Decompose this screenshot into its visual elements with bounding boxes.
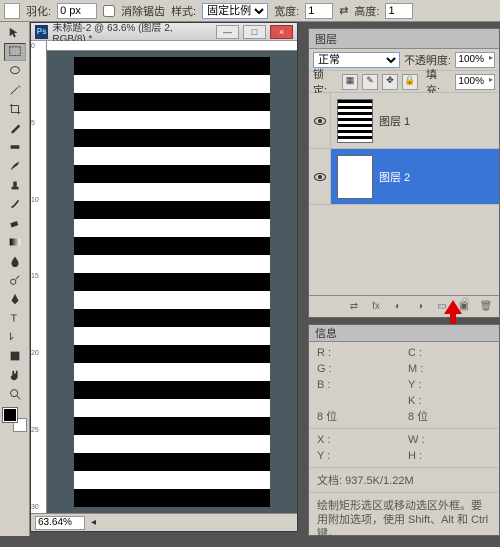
layer-item[interactable]: 图层 2 ⬀ (309, 149, 499, 205)
antialias-checkbox[interactable] (103, 5, 115, 17)
style-label: 样式: (171, 3, 196, 19)
hand-tool[interactable] (4, 366, 26, 384)
height-label: 高度: (354, 3, 379, 19)
width-input[interactable] (305, 3, 333, 19)
fx-icon[interactable]: fx (369, 300, 383, 314)
eye-icon (314, 173, 326, 181)
zoom-tool[interactable] (4, 385, 26, 403)
info-w: W : (408, 433, 491, 447)
marquee-tool[interactable] (4, 43, 26, 61)
feather-input[interactable] (57, 3, 97, 19)
brush-tool[interactable] (4, 157, 26, 175)
height-input[interactable] (385, 3, 413, 19)
info-b: B : (317, 378, 400, 392)
close-button[interactable]: × (270, 25, 293, 39)
opacity-input[interactable] (455, 52, 495, 68)
visibility-toggle[interactable] (309, 93, 331, 148)
info-c: C : (408, 346, 491, 360)
document-window: Ps 未标题-2 @ 63.6% (图层 2, RGB/8) * — □ × 0… (30, 22, 298, 532)
foreground-color[interactable] (3, 408, 17, 422)
info-k: K : (408, 394, 491, 408)
shape-tool[interactable] (4, 347, 26, 365)
info-panel: 信息 R : C : G : M : B : Y : K : 8 位 8 位 X… (308, 324, 500, 536)
adjustment-icon[interactable]: ◑ (413, 300, 427, 314)
info-m: M : (408, 362, 491, 376)
svg-text:T: T (10, 313, 17, 325)
swap-icon[interactable]: ⇄ (339, 4, 348, 17)
lock-position-icon[interactable]: ✥ (382, 74, 398, 90)
document-statusbar: ◂ (31, 513, 297, 531)
new-layer-icon[interactable]: ▣ (457, 300, 471, 314)
layer-thumbnail[interactable] (337, 155, 373, 199)
info-yy: Y : (317, 449, 400, 463)
delete-icon[interactable]: 🗑 (479, 300, 493, 314)
dodge-tool[interactable] (4, 271, 26, 289)
canvas[interactable] (74, 57, 270, 507)
document-titlebar[interactable]: Ps 未标题-2 @ 63.6% (图层 2, RGB/8) * — □ × (31, 23, 297, 41)
doc-value: 937.5K/1.22M (345, 475, 414, 487)
tool-preset-icon[interactable] (4, 3, 20, 19)
horizontal-ruler (47, 41, 297, 51)
info-y: Y : (408, 378, 491, 392)
pen-tool[interactable] (4, 290, 26, 308)
info-h: H : (408, 449, 491, 463)
color-swatch[interactable] (3, 408, 27, 432)
minimize-button[interactable]: — (216, 25, 239, 39)
info-tab[interactable]: 信息 (309, 325, 499, 342)
lasso-tool[interactable] (4, 62, 26, 80)
layer-thumbnail[interactable] (337, 99, 373, 143)
visibility-toggle[interactable] (309, 149, 331, 204)
eraser-tool[interactable] (4, 214, 26, 232)
layer-item[interactable]: 图层 1 (309, 93, 499, 149)
antialias-label: 消除锯齿 (121, 3, 165, 19)
info-g: G : (317, 362, 400, 376)
lock-pixels-icon[interactable]: ✎ (362, 74, 378, 90)
scroll-left-icon[interactable]: ◂ (91, 517, 96, 528)
type-tool[interactable]: T (4, 309, 26, 327)
info-bits-right: 8 位 (408, 410, 491, 424)
info-x: X : (317, 433, 400, 447)
crop-tool[interactable] (4, 100, 26, 118)
lock-transparent-icon[interactable]: ▦ (342, 74, 358, 90)
toolbox: T (0, 22, 30, 536)
layer-name[interactable]: 图层 1 (379, 113, 499, 129)
info-r: R : (317, 346, 400, 360)
group-icon[interactable]: ▭ (435, 300, 449, 314)
layers-footer: ⇄ fx ◐ ◑ ▭ ▣ 🗑 (309, 295, 499, 317)
zoom-input[interactable] (35, 516, 85, 530)
width-label: 宽度: (274, 3, 299, 19)
layers-tab[interactable]: 图层 (309, 29, 499, 49)
mask-icon[interactable]: ◐ (391, 300, 405, 314)
layers-panel: 图层 正常 不透明度: 锁定: ▦ ✎ ✥ 🔒 填充: 图层 1 图层 2 ⬀ … (308, 28, 500, 318)
heal-tool[interactable] (4, 138, 26, 156)
style-select[interactable]: 固定比例 (202, 3, 268, 19)
vertical-ruler: 051015202530 (31, 41, 47, 513)
move-tool[interactable] (4, 24, 26, 42)
stamp-tool[interactable] (4, 176, 26, 194)
wand-tool[interactable] (4, 81, 26, 99)
info-hint: 绘制矩形选区或移动选区外框。要用附加选项，使用 Shift、Alt 和 Ctrl… (309, 492, 499, 547)
blur-tool[interactable] (4, 252, 26, 270)
maximize-button[interactable]: □ (243, 25, 266, 39)
gradient-tool[interactable] (4, 233, 26, 251)
canvas-area[interactable] (47, 51, 297, 513)
layer-name[interactable]: 图层 2 (379, 169, 499, 185)
doc-label: 文档: (317, 475, 342, 487)
eye-icon (314, 117, 326, 125)
info-bits-left: 8 位 (317, 410, 400, 424)
lock-all-icon[interactable]: 🔒 (402, 74, 418, 90)
history-brush-tool[interactable] (4, 195, 26, 213)
layer-list: 图层 1 图层 2 ⬀ (309, 93, 499, 295)
link-icon[interactable]: ⇄ (347, 300, 361, 314)
ps-icon: Ps (35, 25, 48, 39)
fill-input[interactable] (455, 74, 495, 90)
eyedropper-tool[interactable] (4, 119, 26, 137)
path-tool[interactable] (4, 328, 26, 346)
feather-label: 羽化: (26, 3, 51, 19)
